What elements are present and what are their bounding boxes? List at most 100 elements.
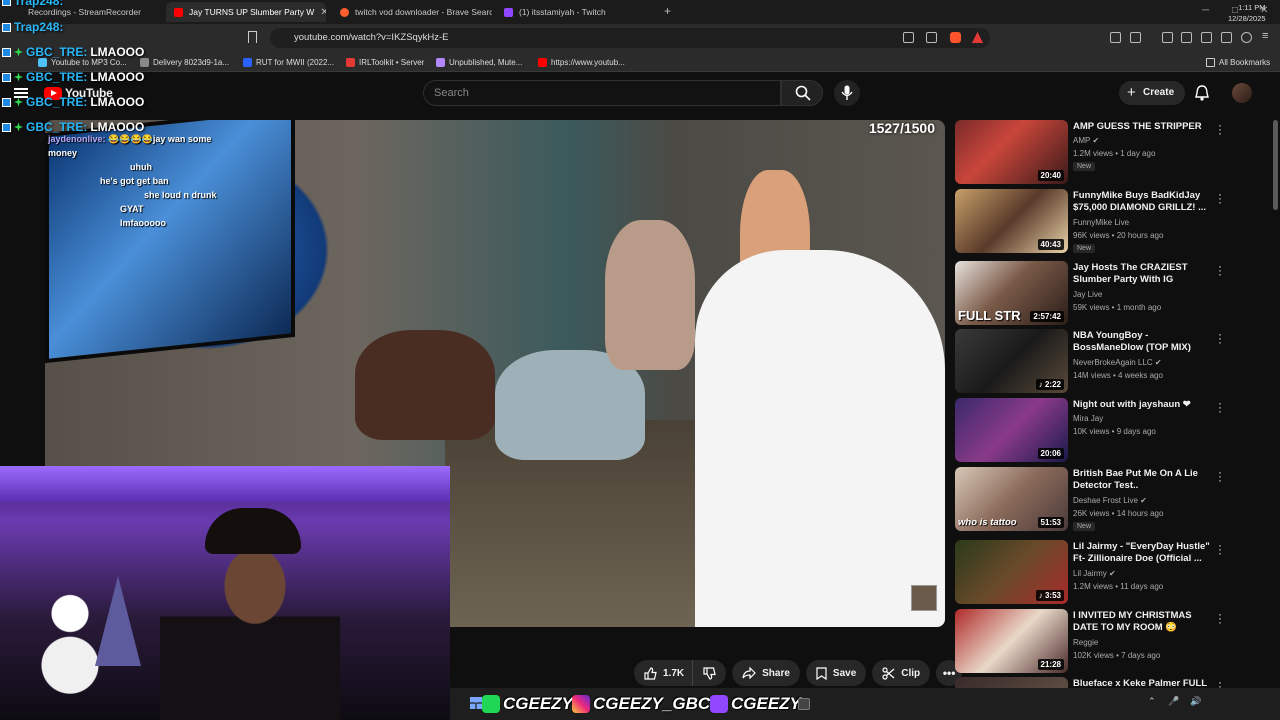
account-avatar[interactable] bbox=[1232, 83, 1252, 103]
like-button[interactable]: 1.7K bbox=[634, 660, 693, 686]
more-options-icon[interactable]: · · · bbox=[1217, 608, 1223, 628]
chat-badge-icon bbox=[2, 22, 11, 32]
recommendation-channel[interactable]: Reggie bbox=[1073, 638, 1098, 647]
webcam-snowman bbox=[40, 586, 100, 696]
voice-search-button[interactable] bbox=[834, 80, 860, 106]
recommendation-title[interactable]: AMP GUESS THE STRIPPER bbox=[1073, 121, 1211, 133]
recommendation-item[interactable]: who is tattoo 51:53 British Bae Put Me O… bbox=[955, 466, 1270, 531]
recommendation-channel[interactable]: AMP ✔ bbox=[1073, 136, 1099, 145]
recommendation-title[interactable]: I INVITED MY CHRISTMAS DATE TO MY ROOM 😳 bbox=[1073, 610, 1211, 634]
all-bookmarks-button[interactable]: All Bookmarks bbox=[1206, 55, 1270, 69]
tab-brave-search[interactable]: twitch vod downloader - Brave Searc bbox=[332, 2, 492, 22]
cast-icon[interactable] bbox=[903, 32, 914, 43]
video-thumbnail[interactable]: ♪ 3:53 bbox=[955, 540, 1068, 604]
create-button[interactable]: + Create bbox=[1119, 81, 1185, 105]
menu-icon[interactable]: ≡ bbox=[1262, 31, 1273, 43]
volume-icon[interactable]: 🔊 bbox=[1190, 696, 1201, 707]
recommendation-item[interactable]: 40:43 FunnyMike Buys BadKidJay $75,000 D… bbox=[955, 188, 1270, 253]
channel-watermark[interactable] bbox=[911, 585, 937, 611]
more-options-icon[interactable]: · · · bbox=[1217, 188, 1223, 208]
more-options-icon[interactable]: · · · bbox=[1217, 466, 1223, 486]
chat-message: money bbox=[48, 148, 78, 158]
instagram-handle: CGEEZY_GBC bbox=[572, 692, 710, 716]
extension-icon[interactable] bbox=[1110, 32, 1121, 43]
url-field[interactable]: youtube.com/watch?v=IKZSqykHz-E bbox=[270, 28, 990, 48]
plus-icon: + bbox=[1127, 84, 1136, 101]
recommendation-title[interactable]: NBA YoungBoy - BossManeDlow (TOP MIX) bbox=[1073, 330, 1211, 354]
bookmark-item[interactable]: Unpublished, Mute... bbox=[436, 55, 522, 69]
music-icon[interactable] bbox=[1162, 32, 1173, 43]
recommendation-item[interactable]: 20:06 Night out with jayshaun ❤ Mira Jay… bbox=[955, 397, 1270, 462]
like-count: 1.7K bbox=[663, 667, 685, 679]
chat-message: uhuh bbox=[130, 162, 152, 172]
more-options-icon[interactable]: · · · bbox=[1217, 120, 1223, 139]
bookmark-item[interactable]: IRLToolkit • Server bbox=[346, 55, 424, 69]
chat-message: LMAOOO bbox=[90, 45, 145, 59]
bookmark-page-icon[interactable] bbox=[248, 31, 257, 43]
recommendation-item[interactable]: 21:28 I INVITED MY CHRISTMAS DATE TO MY … bbox=[955, 608, 1270, 673]
overlay-chat-line: GBC_TRE: LMAOOO bbox=[2, 45, 144, 59]
chat-sparkle-icon bbox=[14, 72, 23, 82]
brave-shields-icon[interactable] bbox=[950, 32, 961, 43]
more-options-icon[interactable]: · · · bbox=[1217, 328, 1223, 348]
recommendation-channel[interactable]: Deshae Frost Live ✔ bbox=[1073, 496, 1147, 505]
chat-message: GYAT bbox=[120, 204, 144, 214]
recommendation-title[interactable]: Jay Hosts The CRAZIEST Slumber Party Wit… bbox=[1073, 262, 1211, 287]
video-thumbnail[interactable]: FULL STR 2:57:42 bbox=[955, 261, 1068, 325]
social-handle: CGEEZY_GBC bbox=[593, 694, 711, 713]
ai-chat-icon[interactable] bbox=[1221, 32, 1232, 43]
bookmark-item[interactable]: https://www.youtub... bbox=[538, 55, 625, 69]
tab-youtube-video[interactable]: Jay TURNS UP Slumber Party W ✕ bbox=[166, 2, 326, 22]
wallet-icon[interactable] bbox=[1201, 32, 1212, 43]
extension-icon[interactable] bbox=[1130, 32, 1141, 43]
clip-button[interactable]: Clip bbox=[872, 660, 931, 686]
more-options-icon[interactable]: · · · bbox=[1217, 260, 1223, 280]
more-options-icon[interactable]: · · · bbox=[1217, 539, 1223, 559]
search-input[interactable]: Search bbox=[423, 80, 781, 106]
close-tab-icon[interactable]: ✕ bbox=[320, 7, 326, 18]
video-duration: 2:57:42 bbox=[1030, 311, 1064, 322]
vpn-icon[interactable] bbox=[1241, 32, 1252, 43]
duration-text: 2:22 bbox=[1044, 380, 1061, 389]
recommendation-channel[interactable]: Lil Jairmy ✔ bbox=[1073, 569, 1116, 578]
bookmark-item[interactable]: RUT for MWII (2022... bbox=[243, 55, 334, 69]
clock-time: 1:11 PM bbox=[1238, 3, 1266, 12]
video-thumbnail[interactable]: 20:06 bbox=[955, 398, 1068, 462]
recommendation-channel[interactable]: FunnyMike Live bbox=[1073, 218, 1129, 227]
recommendation-channel[interactable]: Jay Live bbox=[1073, 290, 1102, 299]
tab-twitch[interactable]: (1) itsstamiyah - Twitch bbox=[496, 2, 656, 22]
recommendation-title[interactable]: British Bae Put Me On A Lie Detector Tes… bbox=[1073, 468, 1211, 492]
windows-start-icon[interactable] bbox=[470, 697, 482, 709]
minimize-icon[interactable]: ─ bbox=[1202, 5, 1209, 16]
screen: Recordings - StreamRecorder Jay TURNS UP… bbox=[0, 0, 1280, 720]
video-thumbnail[interactable]: 21:28 bbox=[955, 609, 1068, 673]
recommendation-channel[interactable]: Mira Jay bbox=[1073, 414, 1103, 423]
tray-chevron-icon[interactable]: ⌃ bbox=[1148, 696, 1156, 707]
dislike-button[interactable] bbox=[692, 660, 727, 686]
chat-badge-icon bbox=[2, 47, 11, 57]
share-button[interactable]: Share bbox=[732, 660, 800, 686]
notifications-bell-icon[interactable] bbox=[1195, 85, 1209, 101]
save-button[interactable]: Save bbox=[805, 660, 867, 686]
share-page-icon[interactable] bbox=[926, 32, 937, 43]
recommendation-channel[interactable]: NeverBrokeAgain LLC ✔ bbox=[1073, 358, 1162, 367]
taskbar-app-icon[interactable] bbox=[798, 698, 810, 710]
video-thumbnail[interactable]: who is tattoo 51:53 bbox=[955, 467, 1068, 531]
recommendation-title[interactable]: FunnyMike Buys BadKidJay $75,000 DIAMOND… bbox=[1073, 190, 1211, 214]
recommendation-title[interactable]: Night out with jayshaun ❤ bbox=[1073, 399, 1211, 411]
video-thumbnail[interactable]: 40:43 bbox=[955, 189, 1068, 253]
recommendation-title[interactable]: Lil Jairmy - "EveryDay Hustle" Ft- Zilli… bbox=[1073, 541, 1211, 565]
recommendation-item[interactable]: 20:40 AMP GUESS THE STRIPPER AMP ✔ 1.2M … bbox=[955, 120, 1270, 184]
video-thumbnail[interactable]: 20:40 bbox=[955, 120, 1068, 184]
video-thumbnail[interactable]: ♪ 2:22 bbox=[955, 329, 1068, 393]
recommendation-item[interactable]: FULL STR 2:57:42 Jay Hosts The CRAZIEST … bbox=[955, 260, 1270, 325]
page-scrollbar[interactable] bbox=[1273, 120, 1278, 210]
search-button[interactable] bbox=[781, 80, 823, 106]
sidebar-toggle-icon[interactable] bbox=[1181, 32, 1192, 43]
recommendation-item[interactable]: ♪ 3:53 Lil Jairmy - "EveryDay Hustle" Ft… bbox=[955, 539, 1270, 604]
new-tab-button[interactable]: + bbox=[664, 4, 671, 18]
more-options-icon[interactable]: · · · bbox=[1217, 397, 1223, 417]
microphone-tray-icon[interactable]: 🎤 bbox=[1168, 696, 1179, 707]
recommendation-item[interactable]: ♪ 2:22 NBA YoungBoy - BossManeDlow (TOP … bbox=[955, 328, 1270, 393]
system-clock[interactable]: 1:11 PM 12/28/2025 bbox=[1228, 2, 1266, 24]
